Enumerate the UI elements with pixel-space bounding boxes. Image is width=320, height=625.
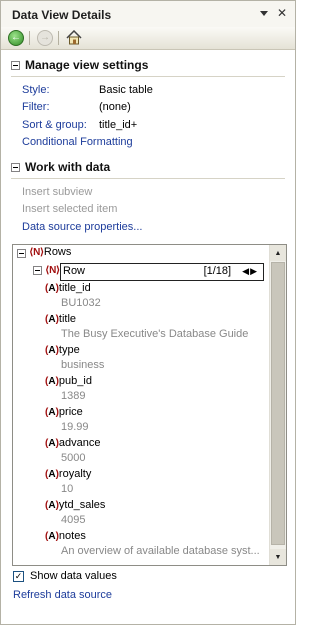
field-name: title — [58, 313, 77, 325]
field-name: royalty — [58, 468, 92, 480]
field-sample-value: 19.99 — [61, 421, 89, 433]
title-bar: Data View Details ✕ — [1, 1, 295, 27]
expand-collapse-icon[interactable] — [33, 266, 42, 275]
tree-scrollbar[interactable]: ▲ ▼ — [269, 245, 286, 565]
close-icon[interactable]: ✕ — [277, 7, 287, 19]
conditional-formatting-link[interactable]: Conditional Formatting — [22, 136, 133, 148]
repeating-node-icon: ⟨N⟩ — [29, 247, 44, 258]
manage-section-header[interactable]: Manage view settings — [11, 58, 148, 72]
style-link[interactable]: Style: — [22, 84, 50, 96]
field-name: notes — [58, 530, 86, 542]
row-label: Row — [63, 265, 86, 277]
attribute-icon: (A) — [45, 531, 59, 542]
tree-field-node[interactable]: (A)notes — [45, 530, 86, 542]
tree-field-node[interactable]: (A)type — [45, 344, 80, 356]
field-name: pub_id — [58, 375, 92, 387]
tree-node-rows[interactable]: ⟨N⟩Rows — [29, 246, 71, 258]
tree-node-row-selected[interactable]: Row [1/18] ◀▶ — [60, 263, 264, 281]
work-heading: Work with data — [25, 160, 111, 174]
attribute-icon: (A) — [45, 438, 59, 449]
field-sample-value: 10 — [61, 483, 74, 495]
home-button[interactable] — [64, 28, 84, 47]
collapse-icon[interactable] — [11, 162, 20, 172]
tree-field-node[interactable]: (A)title_id — [45, 282, 91, 294]
back-button[interactable]: ← — [6, 28, 26, 47]
sort-group-row: Sort & group: title_id+ — [22, 119, 137, 131]
sort-group-link[interactable]: Sort & group: — [22, 119, 87, 131]
field-sample-value: business — [61, 359, 105, 371]
prev-row-icon[interactable]: ◀ — [242, 266, 249, 276]
tree-field-node[interactable]: (A)title — [45, 313, 76, 325]
pane-title: Data View Details — [12, 8, 112, 22]
toolbar-separator — [29, 31, 30, 45]
show-data-values-checkbox[interactable]: ✓ — [13, 570, 24, 582]
scroll-down-button[interactable]: ▼ — [270, 549, 286, 565]
insert-selected-item-link: Insert selected item — [22, 203, 118, 215]
data-source-properties-link[interactable]: Data source properties... — [22, 221, 142, 233]
show-data-values-row[interactable]: ✓ Show data values — [13, 570, 117, 582]
show-data-values-label: Show data values — [30, 570, 117, 582]
style-row: Style: Basic table — [22, 84, 153, 96]
attribute-icon: (A) — [45, 500, 59, 511]
tree-field-node[interactable]: (A)pub_id — [45, 375, 92, 387]
forward-arrow-icon: → — [37, 29, 53, 46]
field-name: title_id — [58, 282, 91, 294]
tree-field-node[interactable]: (A)royalty — [45, 468, 91, 480]
section-divider — [11, 178, 285, 179]
data-source-tree[interactable]: ⟨N⟩Rows ⟨N⟩ Row [1/18] ◀▶ (A)title_id BU1… — [12, 244, 287, 566]
row-pager-count: [1/18] — [203, 265, 232, 277]
filter-value: (none) — [99, 101, 131, 113]
field-sample-value: An overview of available database syst..… — [61, 545, 260, 557]
field-name: ytd_sales — [58, 499, 106, 511]
pane-menu-icon[interactable] — [259, 11, 268, 16]
field-sample-value: 5000 — [61, 452, 86, 464]
refresh-data-source-link[interactable]: Refresh data source — [13, 589, 112, 601]
toolbar-separator — [58, 31, 59, 45]
next-row-icon[interactable]: ▶ — [250, 266, 257, 276]
tree-field-node[interactable]: (A)advance — [45, 437, 101, 449]
attribute-icon: (A) — [45, 407, 59, 418]
attribute-icon: (A) — [45, 345, 59, 356]
section-divider — [11, 76, 285, 77]
field-sample-value: 1389 — [61, 390, 86, 402]
collapse-icon[interactable] — [11, 60, 20, 70]
back-arrow-icon: ← — [8, 29, 24, 46]
scroll-thumb[interactable] — [271, 262, 285, 545]
forward-button[interactable]: → — [35, 28, 55, 47]
tree-node-row-icon: ⟨N⟩ — [45, 264, 60, 276]
sort-group-value: title_id+ — [99, 119, 138, 131]
data-view-details-pane: Data View Details ✕ ← → Manage view sett… — [0, 0, 296, 625]
home-icon — [66, 30, 82, 45]
attribute-icon: (A) — [45, 314, 59, 325]
tree-field-node[interactable]: (A)ytd_sales — [45, 499, 105, 511]
field-name: advance — [58, 437, 101, 449]
field-name: price — [58, 406, 83, 418]
filter-link[interactable]: Filter: — [22, 101, 50, 113]
insert-subview-link: Insert subview — [22, 186, 93, 198]
tree-field-node[interactable]: (A)price — [45, 406, 83, 418]
row-pager: [1/18] ◀▶ — [204, 265, 257, 277]
work-section-header[interactable]: Work with data — [11, 160, 110, 174]
scroll-up-button[interactable]: ▲ — [270, 245, 286, 261]
expand-collapse-icon[interactable] — [17, 249, 26, 258]
field-sample-value: BU1032 — [61, 297, 101, 309]
filter-row: Filter: (none) — [22, 101, 131, 113]
attribute-icon: (A) — [45, 283, 59, 294]
field-sample-value: 4095 — [61, 514, 86, 526]
field-sample-value: The Busy Executive's Database Guide — [61, 328, 249, 340]
field-name: type — [58, 344, 80, 356]
rows-label: Rows — [43, 246, 72, 258]
attribute-icon: (A) — [45, 376, 59, 387]
attribute-icon: (A) — [45, 469, 59, 480]
toolbar: ← → — [1, 27, 295, 50]
repeating-node-icon: ⟨N⟩ — [45, 265, 60, 276]
style-value: Basic table — [99, 84, 153, 96]
manage-heading: Manage view settings — [25, 58, 149, 72]
